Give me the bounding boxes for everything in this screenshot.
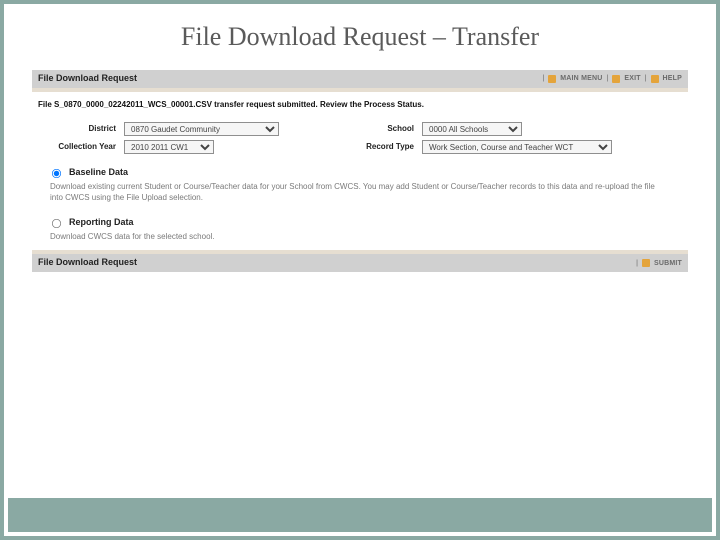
record-type-select[interactable]: Work Section, Course and Teacher WCT [422,140,612,154]
status-message: File S_0870_0000_02242011_WCS_00001.CSV … [32,92,688,120]
help-icon [651,75,659,83]
slide-bottom-bar [8,498,712,532]
footer-title: File Download Request [38,257,137,269]
footer-band: File Download Request | SUBMIT [32,254,688,272]
collection-year-select[interactable]: 2010 2011 CW1 [124,140,214,154]
form-row-1: District 0870 Gaudet Community School 00… [32,120,688,138]
reporting-desc: Download CWCS data for the selected scho… [32,231,672,251]
reporting-label: Reporting Data [69,217,134,229]
submit-button[interactable]: SUBMIT [654,259,682,268]
main-menu-link[interactable]: MAIN MENU [560,74,602,83]
header-title: File Download Request [38,73,137,85]
help-link[interactable]: HELP [663,74,682,83]
slide-title: File Download Request – Transfer [32,22,688,52]
baseline-radio-row: Baseline Data [32,162,688,181]
exit-icon [612,75,620,83]
reporting-radio-row: Reporting Data [32,212,688,231]
baseline-desc: Download existing current Student or Cou… [32,181,672,212]
app-panel: File Download Request | MAIN MENU | EXIT… [32,70,688,272]
sep: | [636,259,638,268]
header-links: | MAIN MENU | EXIT | HELP [542,74,682,83]
record-type-label: Record Type [344,142,414,152]
form-row-2: Collection Year 2010 2011 CW1 Record Typ… [32,138,688,156]
exit-link[interactable]: EXIT [624,74,640,83]
reporting-radio[interactable] [52,219,61,228]
collection-year-label: Collection Year [38,142,116,152]
sep: | [645,74,647,83]
district-select[interactable]: 0870 Gaudet Community [124,122,279,136]
baseline-radio[interactable] [52,169,61,178]
sep: | [607,74,609,83]
header-band: File Download Request | MAIN MENU | EXIT… [32,70,688,88]
district-label: District [38,124,116,134]
school-label: School [344,124,414,134]
baseline-label: Baseline Data [69,167,128,179]
footer-links: | SUBMIT [636,259,682,268]
submit-icon [642,259,650,267]
main-menu-icon [548,75,556,83]
school-select[interactable]: 0000 All Schools [422,122,522,136]
sep: | [542,74,544,83]
